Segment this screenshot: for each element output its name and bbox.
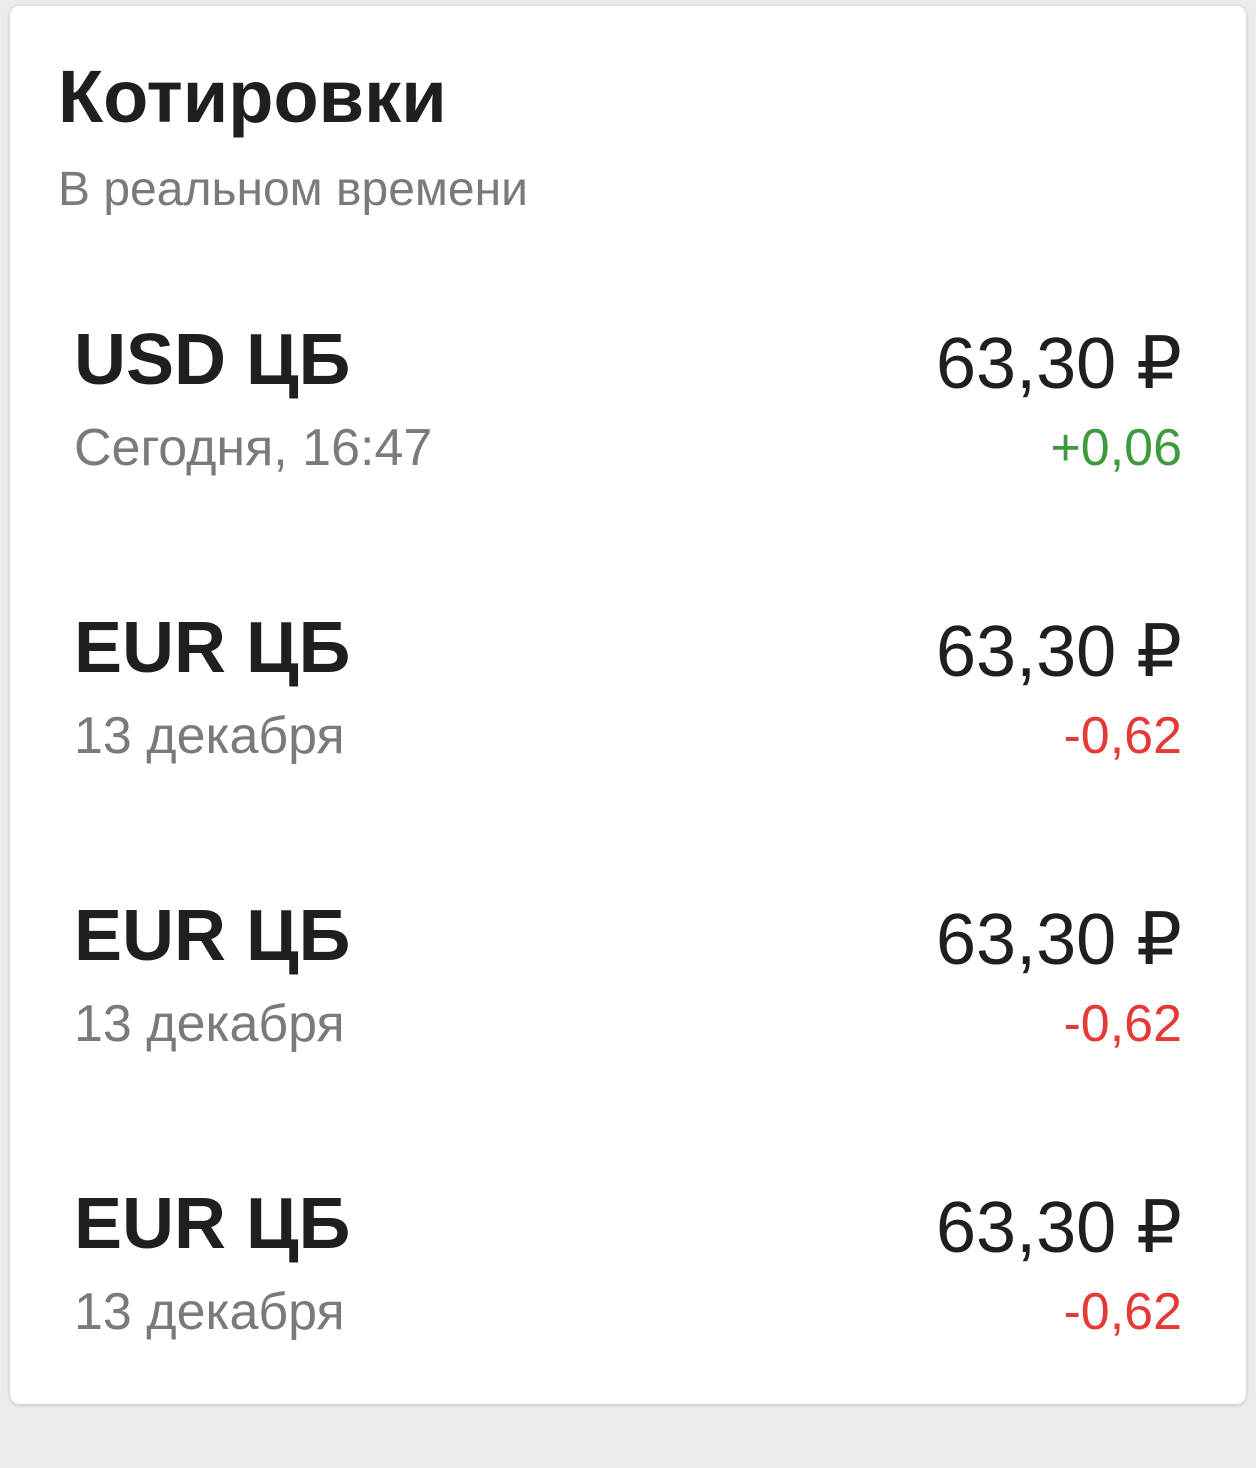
- quote-price: 63,30 ₽: [936, 1188, 1182, 1268]
- quote-date: Сегодня, 16:47: [74, 419, 433, 477]
- quote-date: 13 декабря: [74, 1283, 345, 1341]
- quote-price: 63,30 ₽: [936, 612, 1182, 692]
- quote-row-eur[interactable]: EUR ЦБ 13 декабря 63,30 ₽ -0,62: [74, 892, 1182, 1180]
- quote-date: 13 декабря: [74, 995, 345, 1053]
- quote-row-usd[interactable]: USD ЦБ Сегодня, 16:47 63,30 ₽ +0,06: [74, 316, 1182, 604]
- quote-date: 13 декабря: [74, 707, 345, 765]
- quotes-list: USD ЦБ Сегодня, 16:47 63,30 ₽ +0,06 EUR …: [74, 316, 1182, 1468]
- card-subtitle: В реальном времени: [58, 163, 528, 216]
- quote-change: -0,62: [1063, 707, 1182, 765]
- quote-change: -0,62: [1063, 1283, 1182, 1341]
- quote-change: -0,62: [1063, 995, 1182, 1053]
- card-title: Котировки: [58, 55, 447, 138]
- quote-price: 63,30 ₽: [936, 324, 1182, 404]
- quote-row-eur[interactable]: EUR ЦБ 13 декабря 63,30 ₽ -0,62: [74, 1180, 1182, 1468]
- quote-name: EUR ЦБ: [74, 608, 351, 688]
- quote-price: 63,30 ₽: [936, 900, 1182, 980]
- quote-name: USD ЦБ: [74, 320, 351, 400]
- quotes-card: Котировки В реальном времени USD ЦБ Сего…: [10, 6, 1246, 1404]
- quote-change: +0,06: [1050, 419, 1182, 477]
- quote-name: EUR ЦБ: [74, 1184, 351, 1264]
- quote-name: EUR ЦБ: [74, 896, 351, 976]
- quote-row-eur[interactable]: EUR ЦБ 13 декабря 63,30 ₽ -0,62: [74, 604, 1182, 892]
